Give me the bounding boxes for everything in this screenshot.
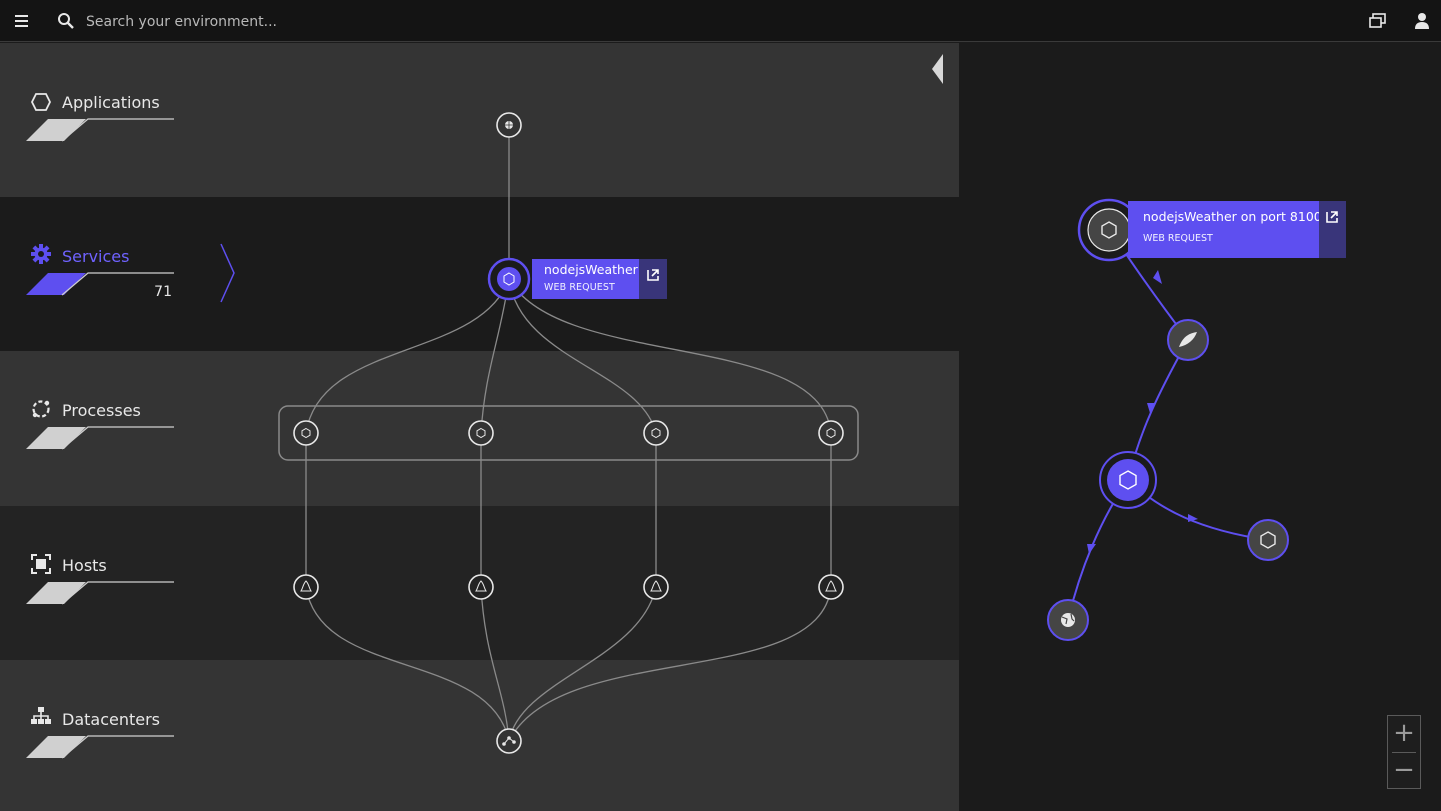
layer-label-hosts[interactable]: Hosts: [62, 556, 107, 575]
hamburger-menu-icon[interactable]: [12, 11, 32, 31]
top-bar: [0, 0, 1441, 42]
process-node[interactable]: [818, 420, 844, 446]
flow-links: [1067, 228, 1269, 621]
globe-icon: [1061, 613, 1075, 627]
service-card[interactable]: nodejsWeather WEB REQUEST: [532, 259, 667, 299]
nodejs-icon: [301, 427, 311, 439]
datacenter-node[interactable]: [496, 728, 522, 754]
service-card-subtitle: WEB REQUEST: [544, 282, 615, 293]
chevron-right-icon[interactable]: [218, 242, 238, 304]
layer-label-services[interactable]: Services: [62, 247, 129, 266]
nodejs-service-node[interactable]: [1247, 519, 1289, 561]
user-icon[interactable]: [1412, 11, 1432, 31]
zoom-out-button[interactable]: −: [1388, 753, 1420, 789]
nodejs-icon: [476, 427, 486, 439]
open-selected-service-button[interactable]: [1319, 201, 1346, 258]
selected-service-subtitle: WEB REQUEST: [1143, 233, 1213, 244]
globe-icon: [505, 121, 513, 129]
chat-windows-icon[interactable]: [1368, 11, 1388, 31]
open-external-icon: [1326, 211, 1338, 223]
services-count: 71: [154, 284, 172, 300]
service-node[interactable]: [487, 257, 531, 301]
external-web-node[interactable]: [1047, 599, 1089, 641]
service-card-title: nodejsWeather: [544, 262, 638, 277]
hexagon-outline-icon: [30, 93, 52, 111]
search-input[interactable]: [84, 8, 688, 36]
layer-deco: [26, 426, 174, 450]
gear-icon: [31, 244, 51, 264]
nodejs-icon: [503, 272, 515, 286]
host-node[interactable]: [643, 574, 669, 600]
layer-services: Services 71: [0, 197, 959, 351]
host-node[interactable]: [818, 574, 844, 600]
layer-deco: [26, 735, 174, 759]
nodejs-icon: [826, 427, 836, 439]
host-node[interactable]: [293, 574, 319, 600]
application-node[interactable]: [496, 112, 522, 138]
flow-arrows: [1087, 270, 1198, 554]
process-node[interactable]: [468, 420, 494, 446]
collapse-left-triangle-icon[interactable]: [929, 52, 945, 86]
layer-applications: Applications: [0, 43, 959, 197]
zoom-in-button[interactable]: +: [1388, 716, 1420, 752]
layer-datacenters: Datacenters: [0, 660, 959, 811]
host-node[interactable]: [468, 574, 494, 600]
layer-label-datacenters[interactable]: Datacenters: [62, 710, 160, 729]
process-node[interactable]: [293, 420, 319, 446]
nodejs-icon: [651, 427, 661, 439]
quill-node[interactable]: [1167, 319, 1209, 361]
layer-deco: [26, 581, 174, 605]
open-external-icon: [647, 269, 659, 281]
open-service-button[interactable]: [639, 259, 667, 299]
detail-panel: [959, 43, 1441, 811]
process-chain-icon: [32, 400, 50, 418]
host-frame-icon: [31, 554, 51, 574]
layer-label-applications[interactable]: Applications: [62, 93, 160, 112]
magnifier-search-icon[interactable]: [56, 11, 76, 31]
layer-label-processes[interactable]: Processes: [62, 401, 141, 420]
org-tree-icon: [31, 707, 51, 724]
main-process-node[interactable]: [1099, 451, 1157, 509]
selected-service-card[interactable]: nodejsWeather on port 8100 WEB REQUEST: [1128, 201, 1346, 258]
zoom-control: + −: [1387, 715, 1421, 789]
process-node[interactable]: [643, 420, 669, 446]
selected-service-title: nodejsWeather on port 8100: [1143, 209, 1322, 224]
layer-deco: [26, 118, 174, 142]
service-flow-graph: [1047, 198, 1289, 641]
